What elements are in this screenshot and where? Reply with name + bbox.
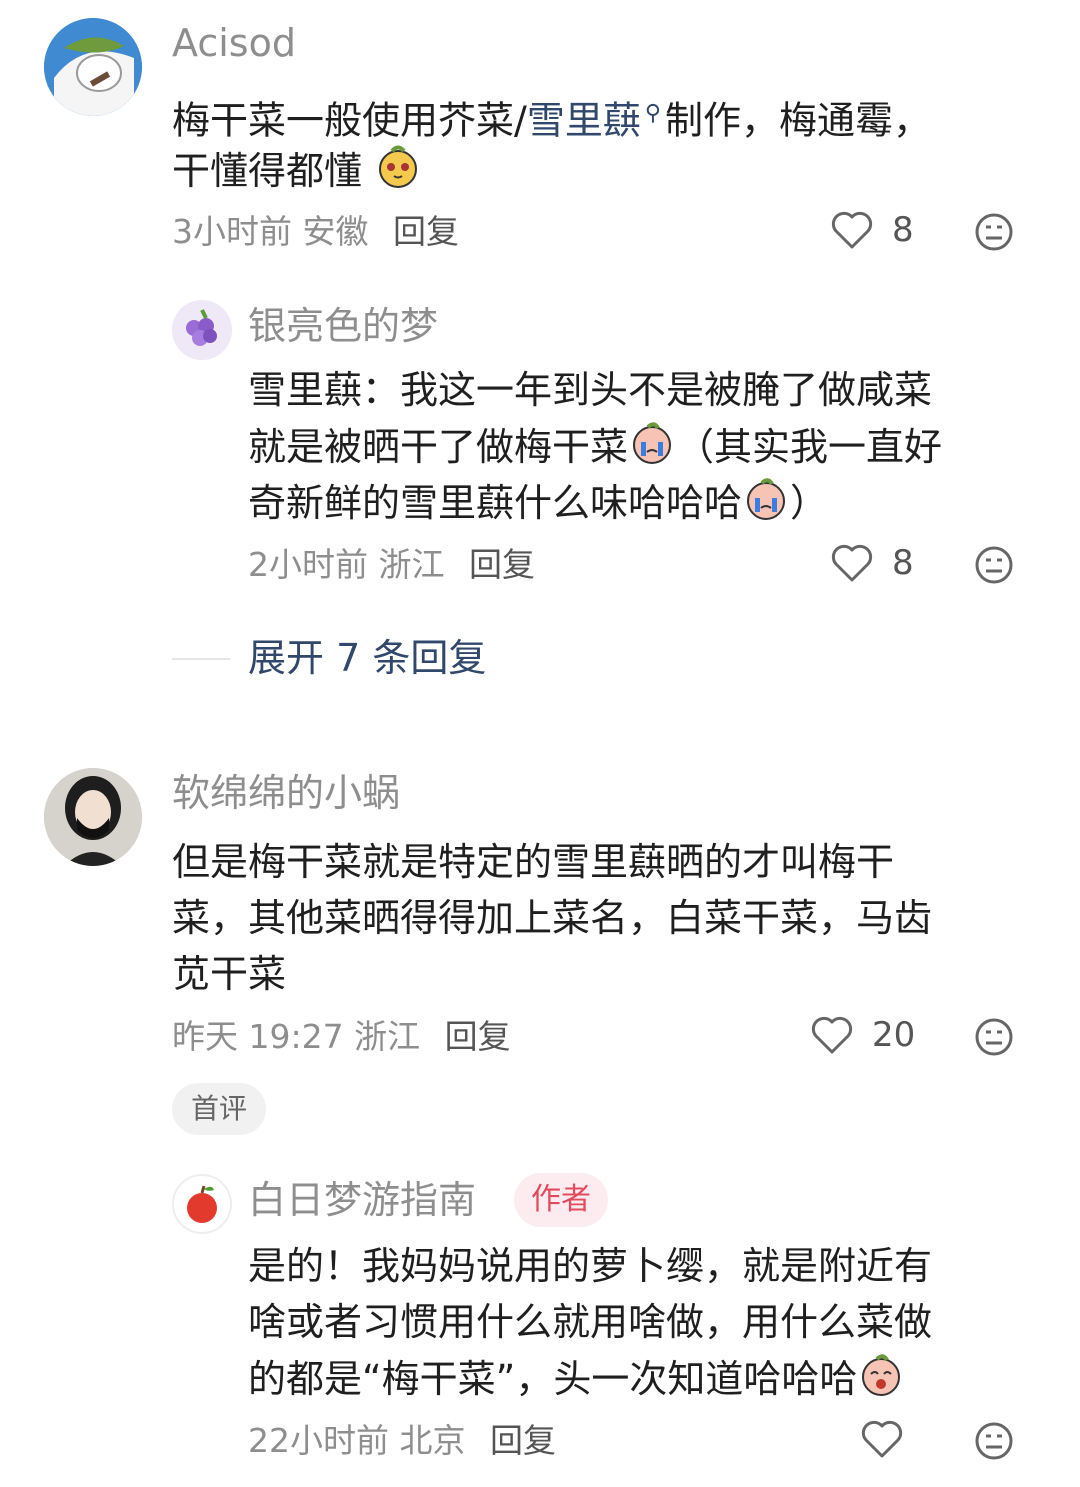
dislike-button[interactable]: [974, 1421, 1014, 1461]
expand-replies-button[interactable]: 展开 7 条回复: [248, 634, 486, 682]
heart-outline-icon: [831, 544, 873, 582]
comment-meta: 3小时前 安徽 回复: [172, 212, 459, 252]
reply-button[interactable]: 回复: [490, 1421, 556, 1460]
comment-text-part: 制作，梅通霉，: [664, 98, 931, 143]
like-button[interactable]: 8: [830, 210, 914, 250]
comment-meta: 22小时前 北京 回复: [248, 1421, 556, 1461]
like-count: 20: [872, 1015, 916, 1055]
divider: [172, 658, 230, 660]
neutral-face-icon: [975, 1018, 1013, 1056]
heart-outline-icon: [861, 1420, 903, 1458]
username[interactable]: 银亮色的梦: [248, 303, 438, 349]
crying-emoji-icon: [742, 474, 790, 537]
like-button[interactable]: 20: [810, 1015, 915, 1055]
avatar[interactable]: [172, 1174, 232, 1234]
location: 北京: [399, 1421, 466, 1460]
neutral-face-icon: [975, 1422, 1013, 1460]
first-comment-badge: 首评: [172, 1083, 266, 1135]
like-count: 8: [892, 543, 914, 583]
laughing-emoji-icon: [857, 1350, 905, 1413]
comment-text-part: ）: [790, 481, 829, 525]
reply-button[interactable]: 回复: [393, 212, 459, 251]
comment-text: 就是被晒干了做梅干菜 （其实我一直好: [248, 418, 942, 481]
like-count: 8: [892, 210, 914, 250]
comment-text: 梅干菜一般使用芥菜/雪里蕻 ⚲ 制作，梅通霉，: [172, 86, 931, 149]
comment-text: 菜，其他菜晒得得加上菜名，白菜干菜，马齿: [172, 896, 933, 940]
comment-text: 干懂得都懂: [172, 142, 422, 205]
emoji-icon: [374, 142, 422, 205]
comment-text: 雪里蕻：我这一年到头不是被腌了做咸菜: [248, 368, 933, 412]
comment-text-part: 干懂得都懂: [172, 149, 363, 193]
crying-emoji-icon: [628, 418, 676, 481]
location: 安徽: [302, 212, 369, 251]
dislike-button[interactable]: [974, 545, 1014, 585]
avatar[interactable]: [172, 300, 232, 360]
search-icon[interactable]: ⚲: [645, 101, 661, 126]
comment-text-part: 奇新鲜的雪里蕻什么味哈哈哈: [248, 481, 743, 525]
comment-text-part: 的都是“梅干菜”，头一次知道哈哈哈: [248, 1357, 858, 1401]
heart-outline-icon: [811, 1016, 853, 1054]
timestamp: 22小时前: [248, 1421, 389, 1460]
neutral-face-icon: [975, 213, 1013, 251]
comment-meta: 2小时前 浙江 回复: [248, 545, 535, 585]
heart-outline-icon: [831, 211, 873, 249]
dislike-button[interactable]: [974, 1017, 1014, 1057]
comment-text: 奇新鲜的雪里蕻什么味哈哈哈 ）: [248, 474, 828, 537]
comment-text-part: （其实我一直好: [676, 425, 943, 469]
timestamp: 2小时前: [248, 545, 368, 584]
comment-text: 啥或者习惯用什么就用啥做，用什么菜做: [248, 1300, 933, 1344]
like-button[interactable]: 8: [830, 543, 914, 583]
reply-button[interactable]: 回复: [445, 1017, 511, 1056]
neutral-face-icon: [975, 546, 1013, 584]
comment-text: 苋干菜: [172, 952, 287, 996]
avatar[interactable]: [44, 768, 142, 866]
timestamp: 3小时前: [172, 212, 292, 251]
like-button[interactable]: [860, 1419, 904, 1459]
comment-text: 但是梅干菜就是特定的雪里蕻晒的才叫梅干: [172, 840, 895, 884]
comment-text: 的都是“梅干菜”，头一次知道哈哈哈: [248, 1350, 905, 1413]
reply-button[interactable]: 回复: [469, 545, 535, 584]
username[interactable]: 白日梦游指南: [248, 1177, 476, 1223]
comment-text-part: 梅干菜一般使用芥菜/: [172, 98, 527, 143]
username[interactable]: Acisod: [172, 20, 296, 66]
username[interactable]: 软绵绵的小蜗: [172, 770, 400, 816]
avatar[interactable]: [44, 18, 142, 116]
comment-meta: 昨天 19:27 浙江 回复: [172, 1017, 511, 1057]
location: 浙江: [378, 545, 445, 584]
timestamp: 昨天 19:27: [172, 1017, 344, 1056]
dislike-button[interactable]: [974, 212, 1014, 252]
author-badge: 作者: [514, 1173, 608, 1227]
comment-text-part: 就是被晒干了做梅干菜: [248, 425, 629, 469]
comment-text: 是的！我妈妈说用的萝卜缨，就是附近有: [248, 1244, 933, 1288]
location: 浙江: [354, 1017, 421, 1056]
keyword-link[interactable]: 雪里蕻: [527, 99, 641, 143]
